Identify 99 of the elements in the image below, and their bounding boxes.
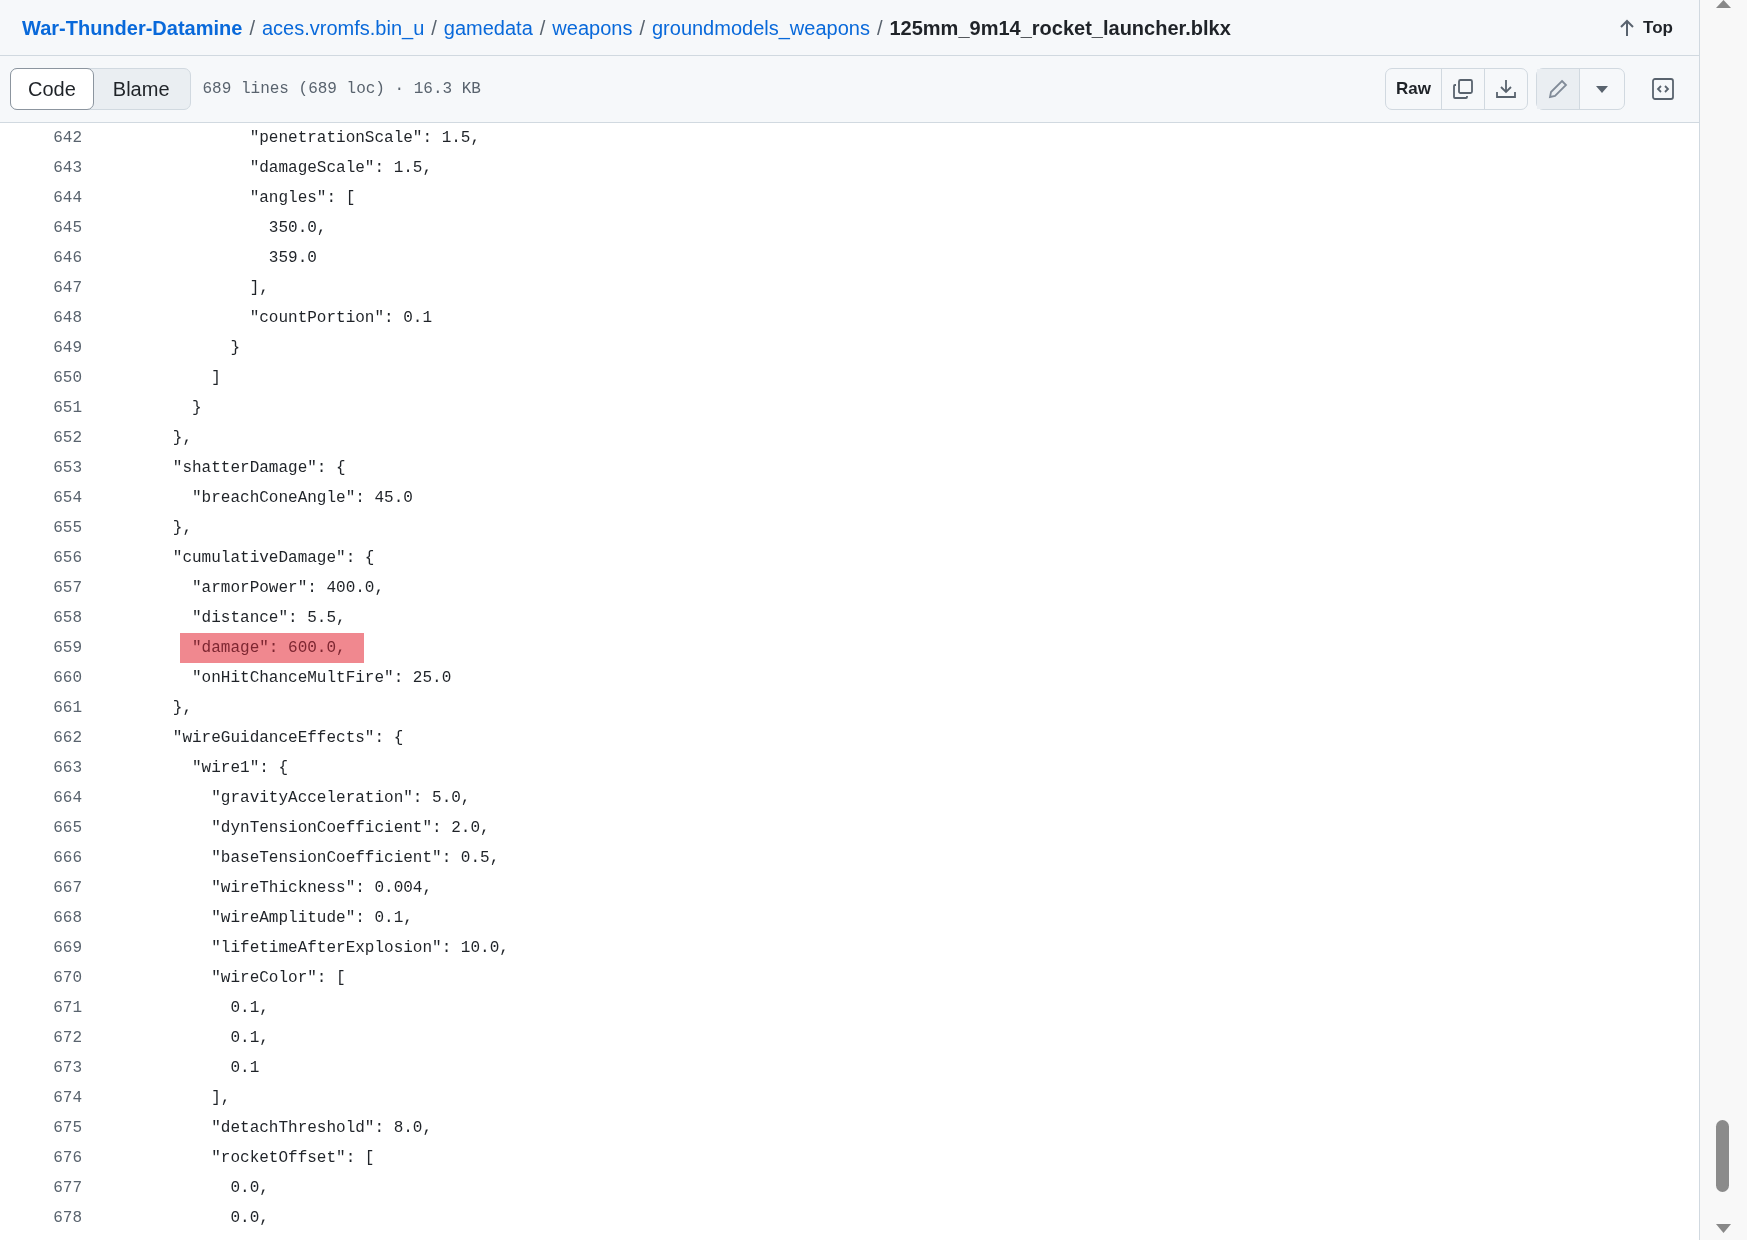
path-separator: / bbox=[638, 15, 646, 41]
line-number: 655 bbox=[52, 518, 82, 539]
line-number: 675 bbox=[52, 1118, 82, 1139]
path-separator: / bbox=[538, 15, 547, 41]
line-number: 650 bbox=[52, 368, 82, 389]
scrollbar-thumb[interactable] bbox=[1716, 1120, 1729, 1192]
line-number: 646 bbox=[52, 248, 82, 269]
path-separator: / bbox=[248, 15, 256, 41]
folder-link[interactable]: groundmodels_weapons bbox=[651, 12, 870, 43]
copy-icon bbox=[1452, 78, 1474, 100]
code-line: } bbox=[230, 338, 241, 359]
code-line: "distance": 5.5, bbox=[192, 608, 346, 629]
line-number: 659 bbox=[52, 638, 82, 659]
line-number: 648 bbox=[52, 308, 82, 329]
file-name: 125mm_9m14_rocket_launcher.blkx bbox=[889, 15, 1231, 41]
view-tab[interactable]: Blame bbox=[92, 69, 190, 109]
scroll-up-arrow-icon bbox=[1716, 0, 1731, 8]
code-line: "detachThreshold": 8.0, bbox=[211, 1118, 433, 1139]
repository-link[interactable]: War-Thunder-Datamine bbox=[22, 12, 243, 43]
line-number: 661 bbox=[52, 698, 82, 719]
path-separator: / bbox=[875, 15, 884, 41]
edit-button[interactable] bbox=[1537, 69, 1579, 109]
folder-link[interactable]: weapons bbox=[552, 12, 633, 43]
line-number: 654 bbox=[52, 488, 82, 509]
code-line: ] bbox=[211, 368, 221, 389]
code-line: } bbox=[192, 398, 202, 419]
code-line: "baseTensionCoefficient": 0.5, bbox=[211, 848, 500, 869]
line-number: 671 bbox=[52, 998, 82, 1019]
code-line: 0.1, bbox=[230, 1028, 269, 1049]
line-number: 643 bbox=[52, 158, 82, 179]
code-line: "armorPower": 400.0, bbox=[192, 578, 385, 599]
line-number: 647 bbox=[52, 278, 82, 299]
code-line: "wireColor": [ bbox=[211, 968, 346, 989]
code-line: ], bbox=[211, 1088, 231, 1109]
code-line: "breachConeAngle": 45.0 bbox=[192, 488, 413, 509]
scroll-down-arrow-icon bbox=[1716, 1224, 1731, 1233]
folder-link[interactable]: aces.vromfs.bin_u bbox=[261, 12, 425, 43]
line-number: 666 bbox=[52, 848, 82, 869]
download-icon bbox=[1495, 78, 1517, 100]
code-line: "gravityAcceleration": 5.0, bbox=[211, 788, 471, 809]
code-line: }, bbox=[172, 428, 192, 449]
line-number: 673 bbox=[52, 1058, 82, 1079]
line-number: 678 bbox=[52, 1208, 82, 1229]
code-line: "wireThickness": 0.004, bbox=[211, 878, 433, 899]
up-arrow-icon bbox=[1619, 18, 1636, 37]
code-line: "countPortion": 0.1 bbox=[249, 308, 433, 329]
line-number: 645 bbox=[52, 218, 82, 239]
line-number: 672 bbox=[52, 1028, 82, 1049]
code-line: "wireGuidanceEffects": { bbox=[172, 728, 404, 749]
code-line: "dynTensionCoefficient": 2.0, bbox=[211, 818, 490, 839]
line-number: 669 bbox=[52, 938, 82, 959]
line-number: 649 bbox=[52, 338, 82, 359]
code-line: 0.0, bbox=[230, 1208, 269, 1229]
code-square-icon bbox=[1651, 77, 1675, 101]
line-number: 642 bbox=[52, 128, 82, 149]
code-line: "shatterDamage": { bbox=[172, 458, 346, 479]
line-number: 651 bbox=[52, 398, 82, 419]
code-line: "onHitChanceMultFire": 25.0 bbox=[192, 668, 452, 689]
line-number: 657 bbox=[52, 578, 82, 599]
code-line: "penetrationScale": 1.5, bbox=[249, 128, 481, 149]
line-number: 668 bbox=[52, 908, 82, 929]
code-line: 0.0, bbox=[230, 1178, 269, 1199]
caret-icon bbox=[1596, 85, 1608, 93]
line-number: 652 bbox=[52, 428, 82, 449]
code-line: 0.1, bbox=[230, 998, 269, 1019]
code-line: "rocketOffset": [ bbox=[211, 1148, 375, 1169]
line-number: 644 bbox=[52, 188, 82, 209]
code-line: 0.1 bbox=[230, 1058, 260, 1079]
line-number: 677 bbox=[52, 1178, 82, 1199]
scrollbar[interactable] bbox=[1700, 0, 1747, 1240]
view-tab[interactable]: Code bbox=[10, 68, 94, 110]
code-line: 359.0 bbox=[268, 248, 317, 269]
code-line: "damageScale": 1.5, bbox=[249, 158, 433, 179]
code-line: "angles": [ bbox=[249, 188, 356, 209]
code-line: "cumulativeDamage": { bbox=[172, 548, 375, 569]
line-number: 662 bbox=[52, 728, 82, 749]
code-line: 350.0, bbox=[268, 218, 327, 239]
code-line: "lifetimeAfterExplosion": 10.0, bbox=[211, 938, 509, 959]
line-number: 663 bbox=[52, 758, 82, 779]
code-line: }, bbox=[172, 698, 192, 719]
code-line: ], bbox=[249, 278, 269, 299]
code-line: }, bbox=[172, 518, 192, 539]
top-link[interactable]: Top bbox=[1619, 14, 1673, 41]
line-number: 656 bbox=[52, 548, 82, 569]
line-number: 667 bbox=[52, 878, 82, 899]
line-number: 670 bbox=[52, 968, 82, 989]
line-number: 653 bbox=[52, 458, 82, 479]
line-number: 658 bbox=[52, 608, 82, 629]
code-line: "wireAmplitude": 0.1, bbox=[211, 908, 413, 929]
line-number: 660 bbox=[52, 668, 82, 689]
line-number: 674 bbox=[52, 1088, 82, 1109]
file-info: 689 lines (689 loc) · 16.3 KB bbox=[202, 79, 481, 100]
line-number: 665 bbox=[52, 818, 82, 839]
line-number: 676 bbox=[52, 1148, 82, 1169]
pencil-icon bbox=[1547, 78, 1569, 100]
path-separator: / bbox=[430, 15, 438, 41]
code-line: "wire1": { bbox=[192, 758, 289, 779]
line-number: 664 bbox=[52, 788, 82, 809]
folder-link[interactable]: gamedata bbox=[443, 12, 533, 43]
